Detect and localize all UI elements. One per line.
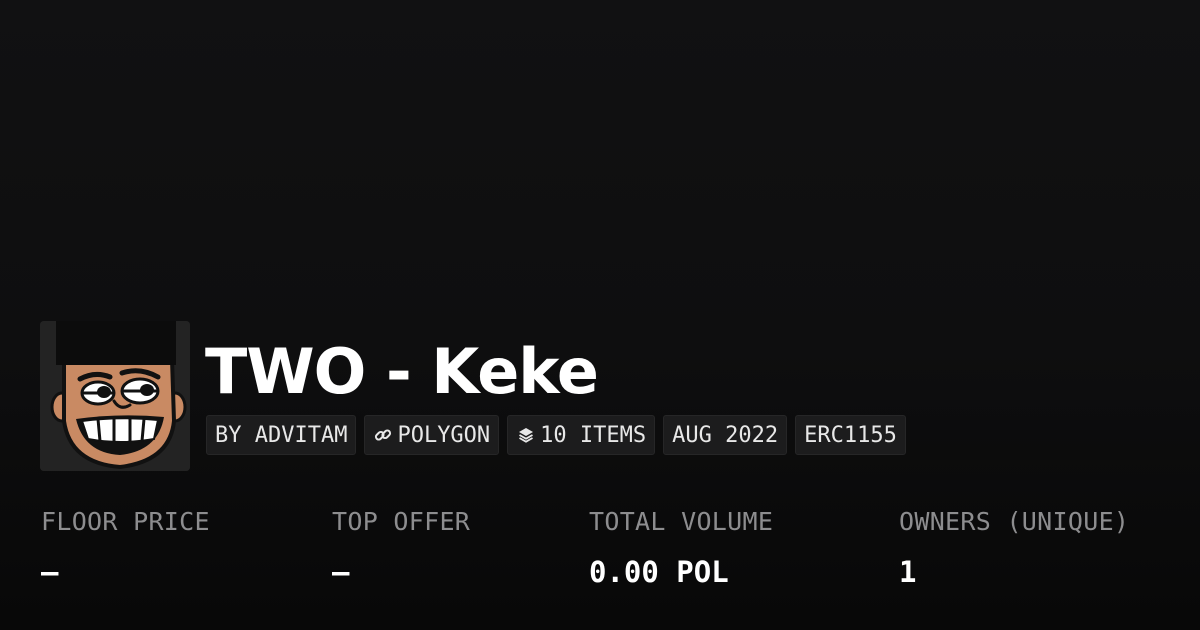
link-icon xyxy=(373,425,393,445)
cartoon-face-avatar-icon xyxy=(40,321,190,471)
token-standard-tag: ERC1155 xyxy=(795,415,906,455)
stat-label: OWNERS (UNIQUE) xyxy=(899,507,1130,536)
stat-value: – xyxy=(332,555,350,589)
collection-title: TWO - Keke xyxy=(205,335,599,408)
items-count-label: 10 ITEMS xyxy=(540,422,647,448)
collection-tags: BY ADVITAM POLYGON 10 ITEMS AUG 2022 ERC… xyxy=(206,415,906,455)
collection-preview-card: { "collection": { "title": "TWO - Keke",… xyxy=(0,0,1200,630)
creator-tag[interactable]: BY ADVITAM xyxy=(206,415,357,455)
stat-value: – xyxy=(41,555,59,589)
date-tag-label: AUG 2022 xyxy=(672,422,779,448)
layers-icon xyxy=(516,425,536,445)
stat-owners: OWNERS (UNIQUE) 1 xyxy=(899,505,1129,590)
stat-label: TOP OFFER xyxy=(332,507,471,536)
chain-tag[interactable]: POLYGON xyxy=(364,415,500,455)
stat-floor-price: FLOOR PRICE – xyxy=(41,505,210,590)
date-tag: AUG 2022 xyxy=(663,415,788,455)
stat-total-volume: TOTAL VOLUME 0.00 POL xyxy=(589,505,773,590)
items-count-tag[interactable]: 10 ITEMS xyxy=(507,415,656,455)
token-standard-label: ERC1155 xyxy=(804,422,897,448)
collection-avatar xyxy=(40,321,190,471)
creator-tag-label: BY ADVITAM xyxy=(215,422,348,448)
stat-top-offer: TOP OFFER – xyxy=(332,505,470,590)
stat-label: FLOOR PRICE xyxy=(41,507,210,536)
stat-value: 0.00 POL xyxy=(589,555,729,589)
chain-tag-label: POLYGON xyxy=(397,422,491,448)
stat-value: 1 xyxy=(899,555,917,589)
stat-label: TOTAL VOLUME xyxy=(589,507,774,536)
